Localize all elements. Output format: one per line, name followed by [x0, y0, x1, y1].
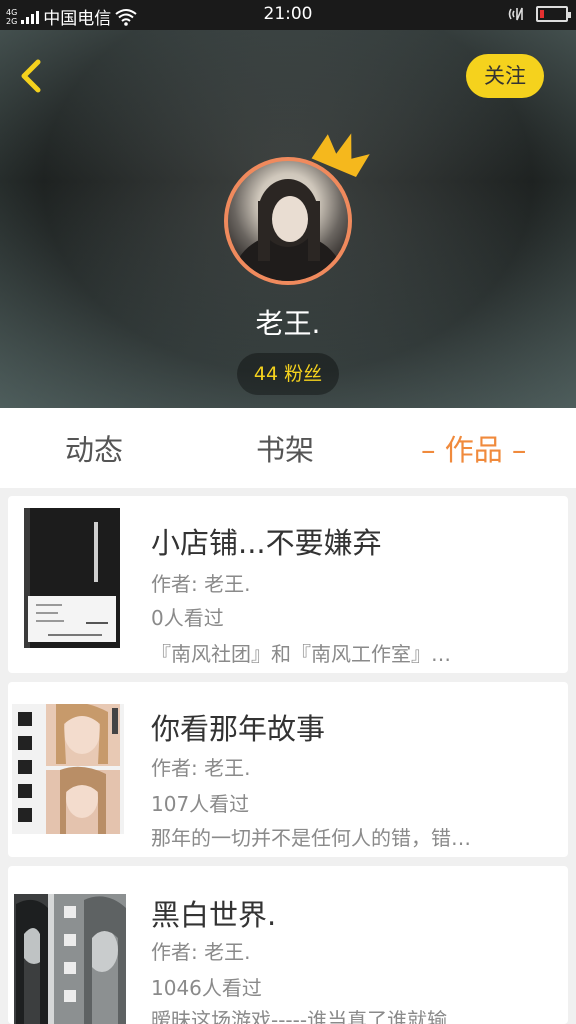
book-views: 1046人看过 — [151, 976, 262, 1000]
book-author: 作者: 老王. — [151, 572, 251, 596]
book-author: 作者: 老王. — [151, 940, 251, 964]
tab-dynamics[interactable]: 动态 — [65, 408, 123, 488]
book-author: 作者: 老王. — [151, 756, 251, 780]
book-cover[interactable] — [12, 704, 124, 834]
book-cover[interactable] — [14, 894, 126, 1024]
book-description: 那年的一切并不是任何人的错，错… — [151, 826, 471, 850]
book-views: 107人看过 — [151, 792, 250, 816]
fans-count-badge[interactable]: 44 粉丝 — [237, 353, 339, 395]
avatar-container[interactable] — [224, 133, 370, 285]
book-title: 小店铺...不要嫌弃 — [151, 526, 382, 560]
book-description: 暧昧这场游戏-----谁当真了谁就输… — [151, 1008, 468, 1024]
book-description: 『南风社团』和『南风工作室』… — [151, 642, 451, 666]
back-arrow-icon[interactable] — [14, 56, 50, 96]
follow-button[interactable]: 关注 — [466, 54, 544, 98]
status-right — [508, 6, 571, 22]
book-card[interactable]: 黑白世界. 作者: 老王. 1046人看过 暧昧这场游戏-----谁当真了谁就输… — [8, 866, 568, 1024]
tab-bookshelf[interactable]: 书架 — [256, 408, 314, 488]
book-title: 黑白世界. — [151, 898, 277, 932]
book-views: 0人看过 — [151, 606, 224, 630]
profile-header: 关注 老王. 44 粉丝 — [0, 30, 576, 408]
battery-icon — [536, 6, 571, 22]
book-title: 你看那年故事 — [151, 712, 326, 746]
status-time: 21:00 — [263, 4, 313, 24]
tab-works[interactable]: – 作品 – — [421, 408, 526, 488]
status-bar: 4G 2G 中国电信 21:00 — [0, 0, 576, 30]
book-card[interactable]: 小店铺...不要嫌弃 作者: 老王. 0人看过 『南风社团』和『南风工作室』… — [8, 496, 568, 673]
crown-icon — [311, 133, 370, 178]
username: 老王. — [255, 307, 321, 340]
book-card[interactable]: 你看那年故事 作者: 老王. 107人看过 那年的一切并不是任何人的错，错… — [8, 682, 568, 857]
nfc-icon — [508, 7, 523, 21]
book-cover[interactable] — [24, 508, 120, 648]
profile-tabs: 动态 书架 – 作品 – — [0, 408, 576, 488]
